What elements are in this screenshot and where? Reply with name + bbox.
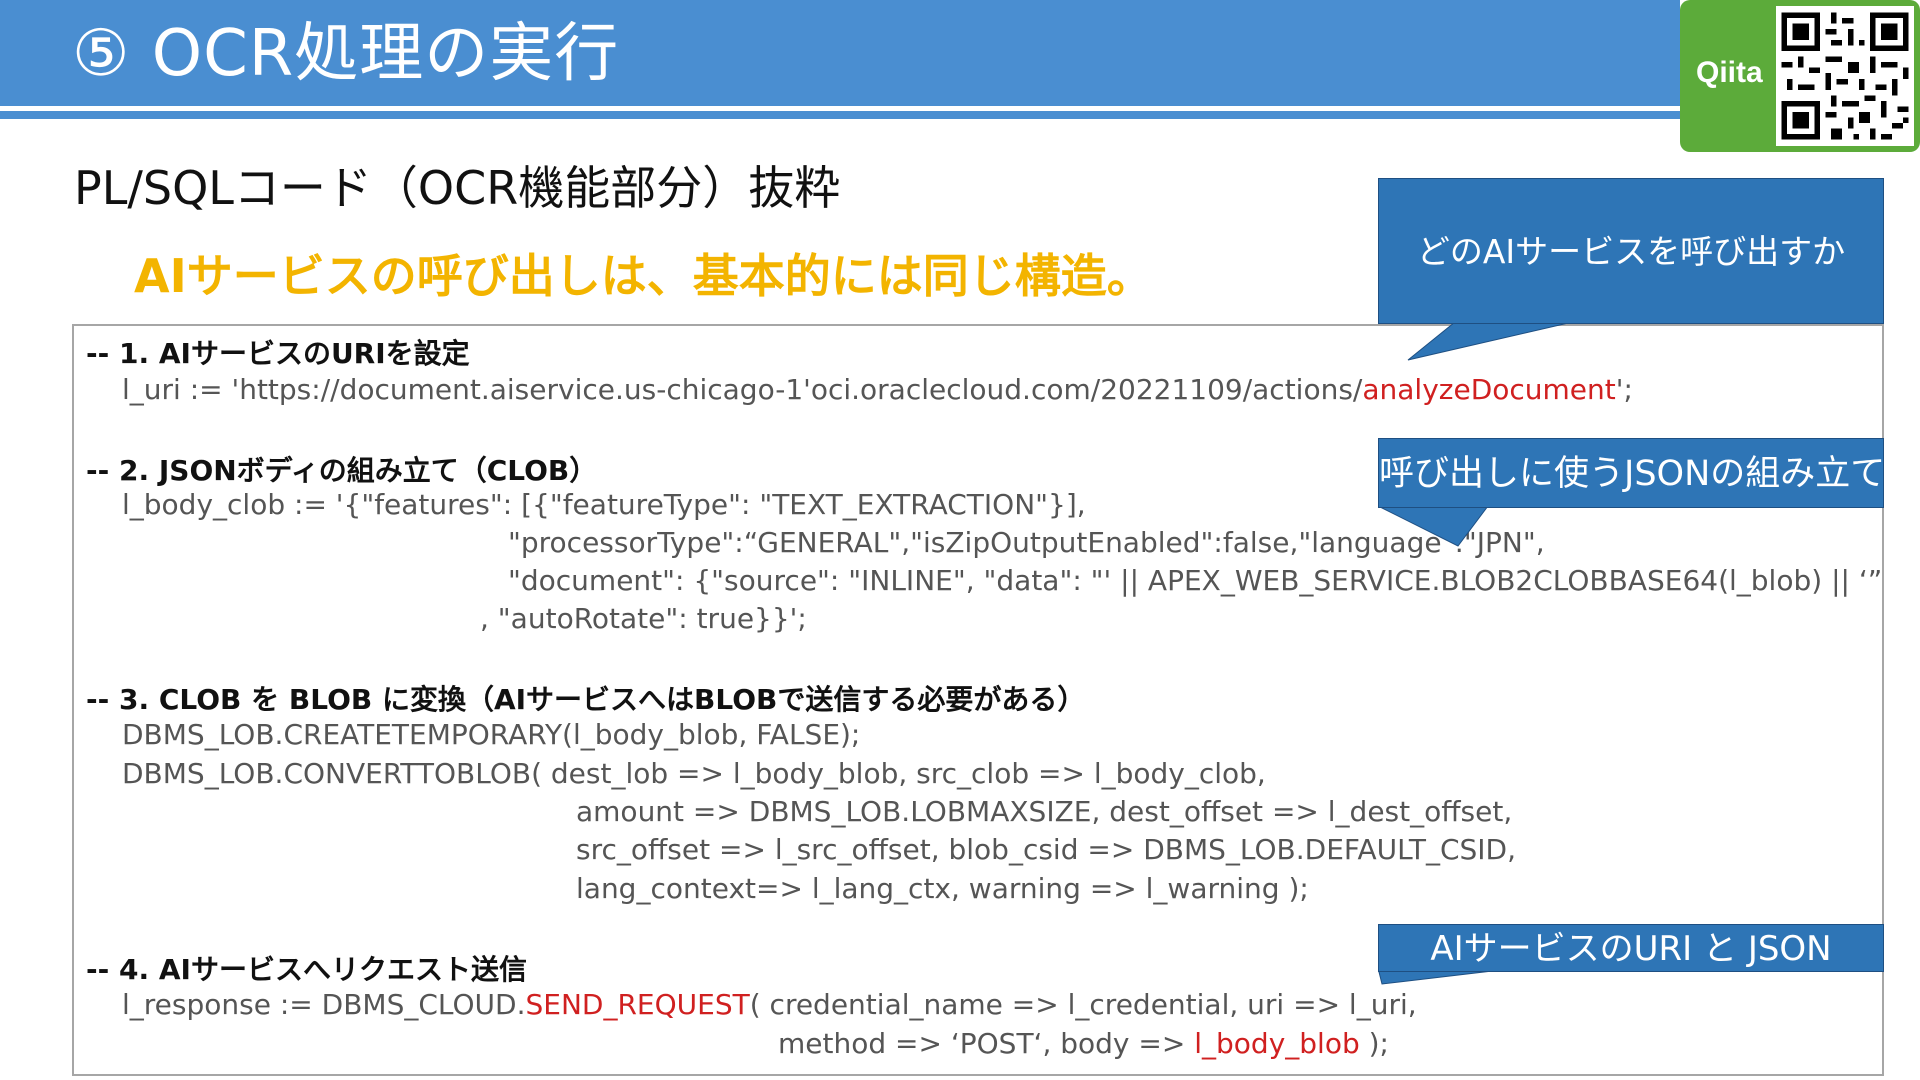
section-3-header: -- 3. CLOB を BLOB に変換（AIサービスへはBLOBで送信する必… — [86, 683, 1086, 716]
qr-code-icon — [1776, 6, 1914, 146]
uri-action-highlight: analyzeDocument — [1362, 373, 1616, 406]
code-line-uri: l_uri := 'https://document.aiservice.us-… — [122, 373, 1633, 406]
slide-title: ⑤ OCR処理の実行 — [72, 17, 620, 91]
callout-uri-json: AIサービスのURI と JSON — [1378, 924, 1884, 972]
qiita-badge[interactable]: Qiita — [1680, 0, 1920, 152]
subtitle: PL/SQLコード（OCR機能部分）抜粋 — [74, 161, 841, 215]
body-blob-highlight: l_body_blob — [1194, 1027, 1360, 1060]
send-request-highlight: SEND_REQUEST — [525, 988, 750, 1021]
code-line-request-1: l_response := DBMS_CLOUD.SEND_REQUEST( c… — [122, 988, 1417, 1021]
highlight-message: AIサービスの呼び出しは、基本的には同じ構造。 — [134, 249, 1153, 303]
callout-json-build: 呼び出しに使うJSONの組み立て — [1378, 438, 1885, 508]
code-line-convert-5: lang_context=> l_lang_ctx, warning => l_… — [576, 872, 1309, 905]
code-line-body-1: l_body_clob := '{"features": [{"featureT… — [122, 488, 1086, 521]
qiita-label: Qiita — [1696, 56, 1763, 89]
section-4-header: -- 4. AIサービスへリクエスト送信 — [86, 953, 527, 986]
code-line-body-4: , "autoRotate": true}}'; — [480, 602, 807, 635]
code-line-request-2: method => ‘POST‘, body => l_body_blob ); — [778, 1027, 1389, 1060]
section-2-header: -- 2. JSONボディの組み立て（CLOB） — [86, 454, 598, 487]
code-line-body-3: "document": {"source": "INLINE", "data":… — [508, 564, 1883, 597]
code-line-convert-3: amount => DBMS_LOB.LOBMAXSIZE, dest_offs… — [576, 795, 1513, 828]
callout-tail-json-build — [1378, 506, 1489, 547]
header-divider — [0, 111, 1680, 119]
code-line-convert-1: DBMS_LOB.CREATETEMPORARY(l_body_blob, FA… — [122, 718, 861, 751]
code-line-convert-2: DBMS_LOB.CONVERTTOBLOB( dest_lob => l_bo… — [122, 757, 1266, 790]
code-line-convert-4: src_offset => l_src_offset, blob_csid =>… — [576, 833, 1516, 866]
callout-which-service: どのAIサービスを呼び出すか — [1378, 178, 1884, 324]
section-1-header: -- 1. AIサービスのURIを設定 — [86, 337, 470, 370]
